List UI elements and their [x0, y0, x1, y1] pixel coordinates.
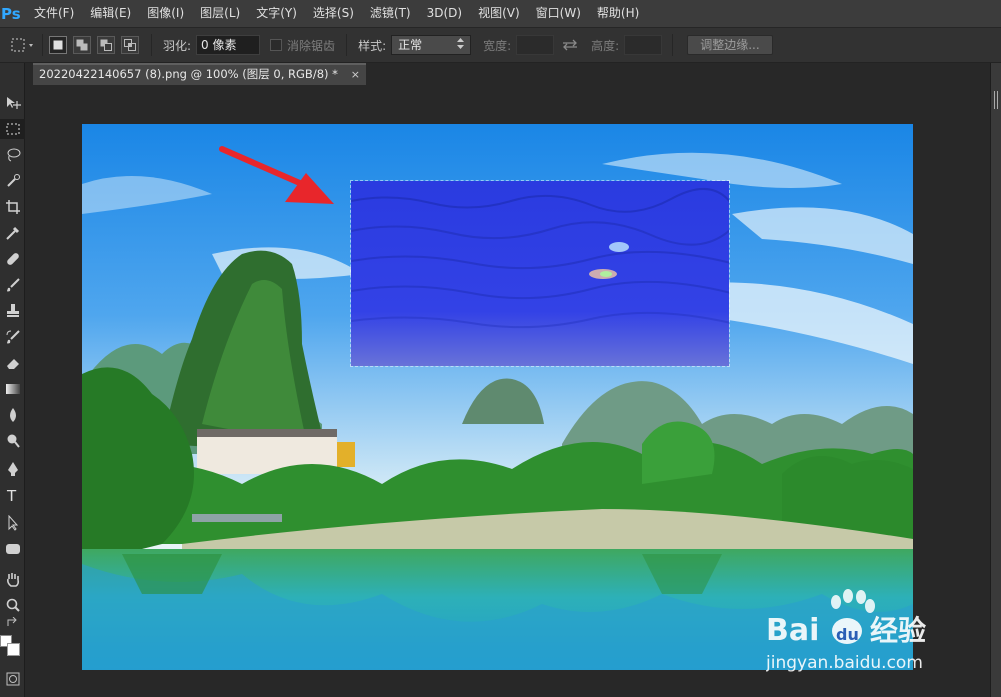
style-select[interactable]: 正常 [391, 35, 472, 55]
marquee-preset-icon[interactable] [10, 36, 36, 54]
divider [151, 34, 152, 56]
move-tool-icon[interactable] [0, 93, 25, 113]
right-panel-dock[interactable] [990, 63, 1001, 697]
app-logo: Ps [1, 4, 21, 23]
menu-select[interactable]: 选择(S) [305, 0, 362, 27]
quick-mask-icon[interactable] [0, 669, 25, 689]
photoshop-window: Ps 文件(F) 编辑(E) 图像(I) 图层(L) 文字(Y) 选择(S) 滤… [0, 0, 1001, 697]
menu-view[interactable]: 视图(V) [470, 0, 528, 27]
lasso-tool-icon[interactable] [0, 145, 25, 165]
divider [672, 34, 674, 56]
menu-window[interactable]: 窗口(W) [528, 0, 589, 27]
menu-layer[interactable]: 图层(L) [192, 0, 248, 27]
width-label: 宽度: [483, 38, 512, 53]
menu-bar: Ps 文件(F) 编辑(E) 图像(I) 图层(L) 文字(Y) 选择(S) 滤… [0, 0, 1001, 27]
hand-tool-icon[interactable] [0, 569, 25, 589]
divider [42, 34, 43, 56]
document-tab[interactable]: 20220422140657 (8).png @ 100% (图层 0, RGB… [33, 63, 366, 85]
rectangle-tool-icon[interactable] [0, 539, 25, 559]
close-tab-icon[interactable]: × [351, 66, 360, 84]
clone-stamp-tool-icon[interactable] [0, 301, 25, 321]
crop-tool-icon[interactable] [0, 197, 25, 217]
watermark-cn: 经验 [870, 614, 926, 647]
path-select-tool-icon[interactable] [0, 513, 25, 533]
watermark-url: jingyan.baidu.com [766, 653, 923, 673]
healing-brush-tool-icon[interactable] [0, 249, 25, 269]
feather-label: 羽化: [163, 38, 192, 53]
history-brush-tool-icon[interactable] [0, 327, 25, 347]
menu-filter[interactable]: 滤镜(T) [362, 0, 419, 27]
add-selection-icon[interactable] [73, 36, 91, 54]
dodge-tool-icon[interactable] [0, 431, 25, 451]
width-input[interactable] [516, 35, 555, 55]
style-label: 样式: [358, 38, 387, 53]
height-input[interactable] [624, 35, 663, 55]
antialias-checkbox[interactable] [270, 39, 283, 51]
gradient-tool-icon[interactable] [0, 379, 25, 399]
menu-edit[interactable]: 编辑(E) [82, 0, 139, 27]
style-select-value: 正常 [398, 38, 423, 52]
blue-selection-area[interactable] [350, 180, 730, 367]
eraser-tool-icon[interactable] [0, 353, 25, 373]
document-tab-title: 20220422140657 (8).png @ 100% (图层 0, RGB… [39, 67, 338, 81]
eyedropper-tool-icon[interactable] [0, 223, 25, 243]
height-label: 高度: [591, 38, 620, 53]
subtract-selection-icon[interactable] [97, 36, 115, 54]
quick-select-tool-icon[interactable] [0, 171, 25, 191]
refine-edge-button[interactable]: 调整边缘... [687, 35, 773, 55]
menu-3d[interactable]: 3D(D) [419, 0, 470, 27]
intersect-selection-icon[interactable] [121, 36, 139, 54]
updown-icon [457, 36, 465, 54]
feather-input[interactable]: 0 像素 [196, 35, 261, 55]
rect-marquee-tool-icon[interactable] [0, 119, 25, 139]
baidu-watermark: Bai du 经验 jingyan.baidu.com [765, 588, 966, 678]
type-tool-icon[interactable]: T [0, 485, 25, 505]
swap-icon[interactable] [562, 39, 578, 51]
antialias-label: 消除锯齿 [287, 38, 336, 53]
swap-colors-icon[interactable] [0, 617, 25, 629]
new-selection-icon[interactable] [49, 36, 67, 54]
options-bar: 羽化: 0 像素 消除锯齿 样式: 正常 宽度: 高度: 调整边缘... [0, 27, 1001, 63]
menu-type[interactable]: 文字(Y) [248, 0, 305, 27]
menu-file[interactable]: 文件(F) [26, 0, 82, 27]
svg-text:T: T [6, 487, 17, 503]
menu-help[interactable]: 帮助(H) [589, 0, 647, 27]
baidu-paw-icon [831, 589, 875, 613]
pen-tool-icon[interactable] [0, 459, 25, 479]
document-tab-strip: 20220422140657 (8).png @ 100% (图层 0, RGB… [25, 63, 990, 85]
panel-grip-icon[interactable] [994, 91, 998, 109]
watermark-brand-suffix: du [836, 625, 859, 644]
watermark-brand: Bai [766, 613, 819, 648]
brush-tool-icon[interactable] [0, 275, 25, 295]
zoom-tool-icon[interactable] [0, 595, 25, 615]
menu-image[interactable]: 图像(I) [139, 0, 192, 27]
background-color-swatch[interactable] [7, 643, 20, 656]
blur-tool-icon[interactable] [0, 405, 25, 425]
divider [346, 34, 348, 56]
tools-panel: T [0, 63, 25, 697]
